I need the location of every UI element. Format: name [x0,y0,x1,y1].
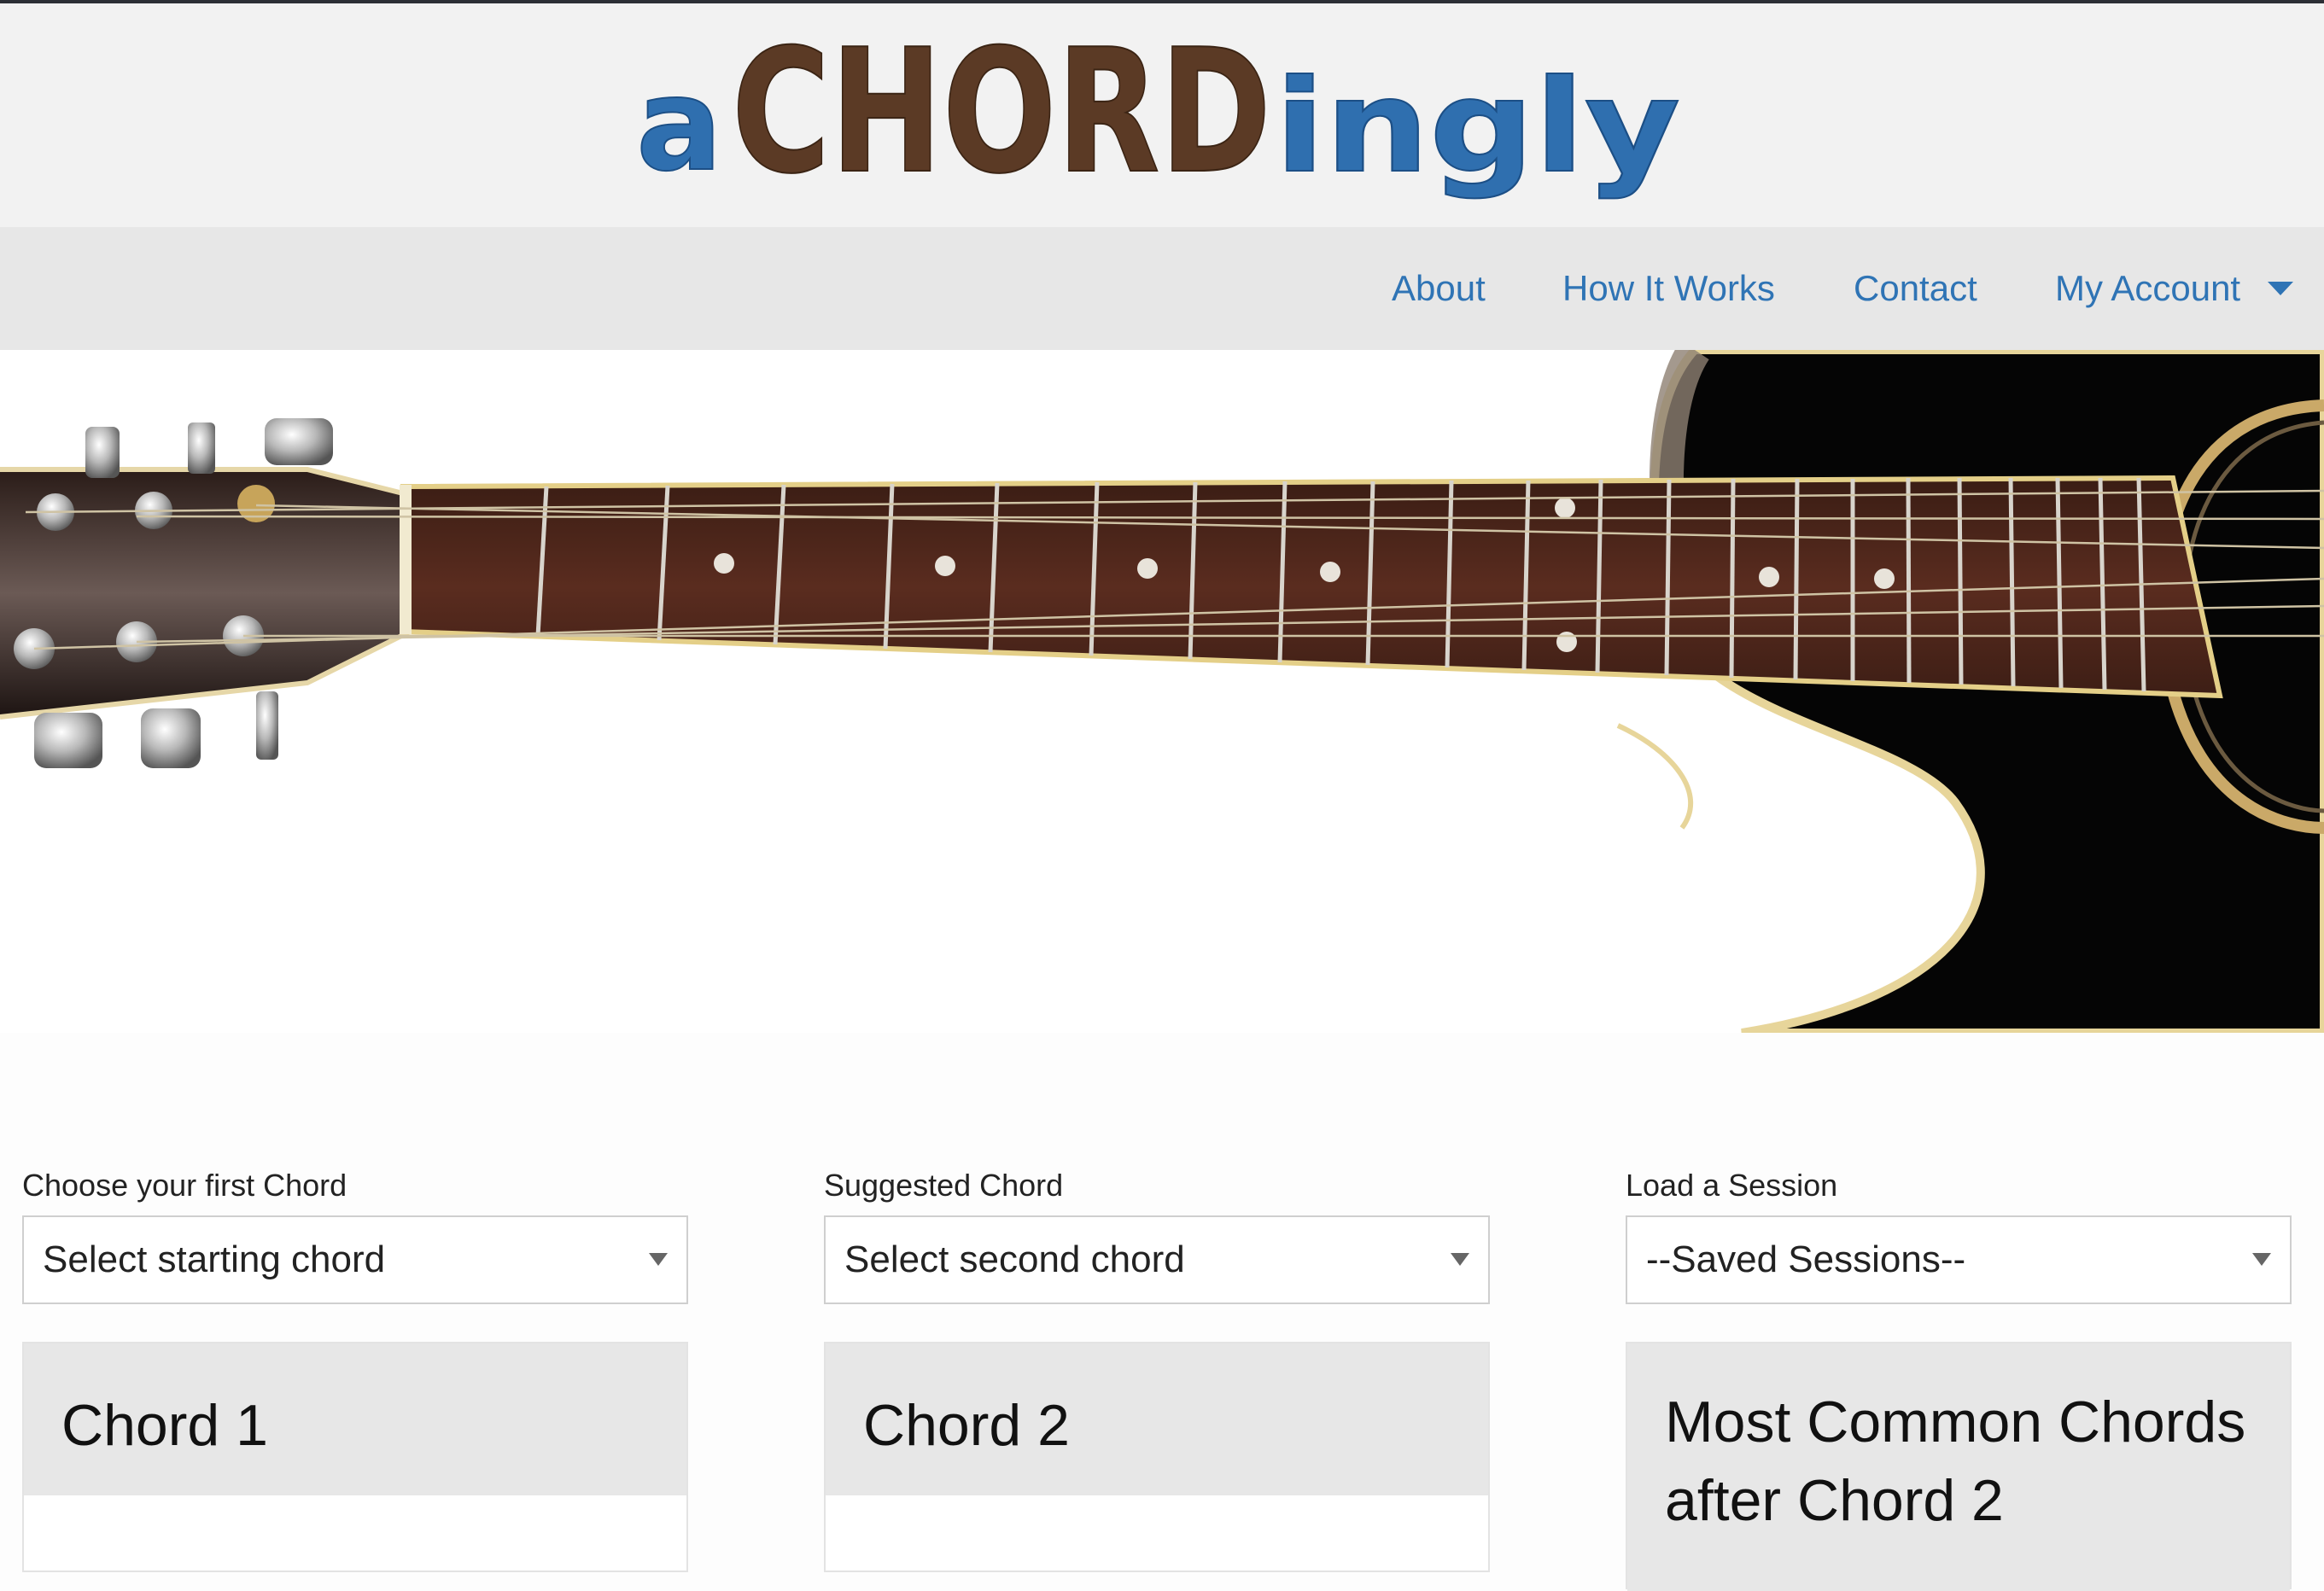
dropdown-arrow-icon [2252,1253,2271,1266]
saved-sessions-select-value: --Saved Sessions-- [1646,1238,1966,1280]
chord-1-title: Chord 1 [61,1393,268,1458]
logo-part-chord: CHORD [732,17,1271,212]
achordingly-logo[interactable]: a CHORD ingly [636,17,1686,222]
chord-1-panel-header: Chord 1 [24,1343,686,1495]
common-chords-title: Most Common Chords after Chord 2 [1665,1390,2246,1533]
chord-2-panel-header: Chord 2 [826,1343,1488,1495]
second-chord-select-value: Select second chord [844,1238,1185,1280]
nav-how-it-works[interactable]: How It Works [1562,268,1775,309]
nav-my-account[interactable]: My Account [2055,268,2240,309]
logo-part-ingly: ingly [1275,53,1680,201]
dropdown-arrow-icon [649,1253,668,1266]
second-chord-select[interactable]: Select second chord [824,1215,1490,1304]
nav-contact[interactable]: Contact [1854,268,1977,309]
site-header: a CHORD ingly [0,3,2324,227]
navbar: About How It Works Contact My Account [0,227,2324,350]
hero-guitar-image [0,350,2324,1033]
guitar-illustration [0,350,2324,1033]
dropdown-arrow-icon [1451,1253,1469,1266]
chord-2-title: Chord 2 [863,1393,1070,1458]
first-chord-label: Choose your first Chord [22,1168,347,1203]
saved-sessions-select[interactable]: --Saved Sessions-- [1626,1215,2292,1304]
common-chords-panel: Most Common Chords after Chord 2 [1626,1342,2292,1591]
common-chords-panel-header: Most Common Chords after Chord 2 [1627,1343,2290,1591]
chord-1-panel: Chord 1 [22,1342,688,1572]
nav-about[interactable]: About [1392,268,1486,309]
suggested-chord-label: Suggested Chord [824,1168,1064,1203]
starting-chord-select-value: Select starting chord [43,1238,386,1280]
starting-chord-select[interactable]: Select starting chord [22,1215,688,1304]
load-session-label: Load a Session [1626,1168,1838,1203]
caret-down-icon[interactable] [2268,282,2293,295]
chord-2-panel: Chord 2 [824,1342,1490,1572]
logo-part-a: a [636,51,722,200]
